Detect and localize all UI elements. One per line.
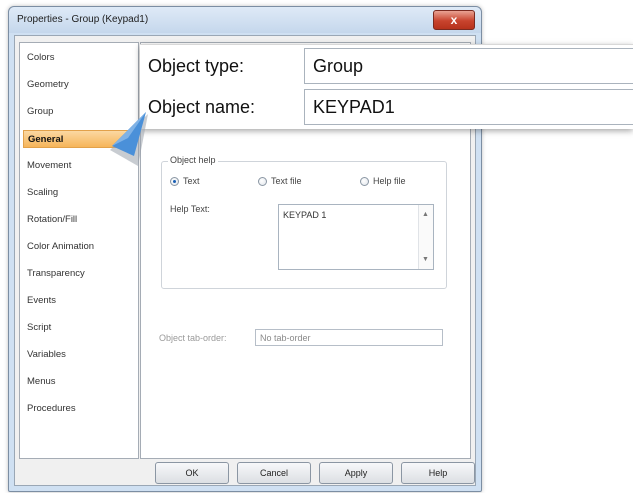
nav-item-scaling[interactable]: Scaling (23, 184, 135, 202)
radio-text[interactable]: Text (170, 176, 200, 186)
close-icon: x (450, 13, 458, 27)
radio-text-label: Text (183, 176, 200, 186)
object-type-row: Object type: Group (140, 46, 633, 86)
help-text-scrollbar[interactable]: ▲ ▼ (418, 205, 433, 269)
nav-item-rotation-fill[interactable]: Rotation/Fill (23, 211, 135, 229)
ok-button[interactable]: OK (155, 462, 229, 484)
radio-text-file-label: Text file (271, 176, 302, 186)
apply-button[interactable]: Apply (319, 462, 393, 484)
cancel-button[interactable]: Cancel (237, 462, 311, 484)
nav-item-variables[interactable]: Variables (23, 346, 135, 364)
object-help-title: Object help (168, 155, 218, 165)
magnified-callout: Object type: Group Object name: KEYPAD1 (140, 44, 633, 129)
scroll-up-icon[interactable]: ▲ (422, 211, 429, 218)
nav-item-movement[interactable]: Movement (23, 157, 135, 175)
help-text-label: Help Text: (170, 204, 210, 214)
scroll-down-icon[interactable]: ▼ (422, 256, 429, 263)
object-type-field: Group (304, 48, 633, 84)
help-text-area[interactable]: KEYPAD 1 ▲ ▼ (278, 204, 434, 270)
window-title: Properties - Group (Keypad1) (17, 14, 149, 25)
close-button[interactable]: x (433, 10, 475, 30)
nav-item-color-animation[interactable]: Color Animation (23, 238, 135, 256)
object-name-field[interactable]: KEYPAD1 (304, 89, 633, 125)
nav-item-geometry[interactable]: Geometry (23, 76, 135, 94)
object-name-label: Object name: (148, 97, 256, 117)
object-help-group: Object help Text Text file Help file Hel… (161, 155, 447, 289)
nav-item-colors[interactable]: Colors (23, 49, 135, 67)
nav-item-events[interactable]: Events (23, 292, 135, 310)
help-button[interactable]: Help (401, 462, 475, 484)
property-category-list: Colors Geometry Group General Movement S… (19, 42, 139, 459)
tab-order-label: Object tab-order: (159, 333, 227, 343)
radio-unselected-icon (258, 176, 267, 186)
nav-item-script[interactable]: Script (23, 319, 135, 337)
nav-item-menus[interactable]: Menus (23, 373, 135, 391)
nav-item-transparency[interactable]: Transparency (23, 265, 135, 283)
radio-text-file[interactable]: Text file (258, 176, 302, 186)
title-bar[interactable]: Properties - Group (Keypad1) x (9, 7, 481, 33)
radio-help-file-label: Help file (373, 176, 406, 186)
object-type-label: Object type: (148, 56, 245, 76)
object-name-row: Object name: KEYPAD1 (140, 87, 633, 127)
nav-item-group[interactable]: Group (23, 103, 135, 121)
nav-item-general[interactable]: General (23, 130, 135, 148)
radio-unselected-icon (360, 176, 369, 186)
radio-help-file[interactable]: Help file (360, 176, 406, 186)
help-text-value: KEYPAD 1 (283, 210, 327, 220)
radio-selected-icon (170, 176, 179, 186)
nav-item-procedures[interactable]: Procedures (23, 400, 135, 418)
tab-order-field: No tab-order (255, 329, 443, 346)
